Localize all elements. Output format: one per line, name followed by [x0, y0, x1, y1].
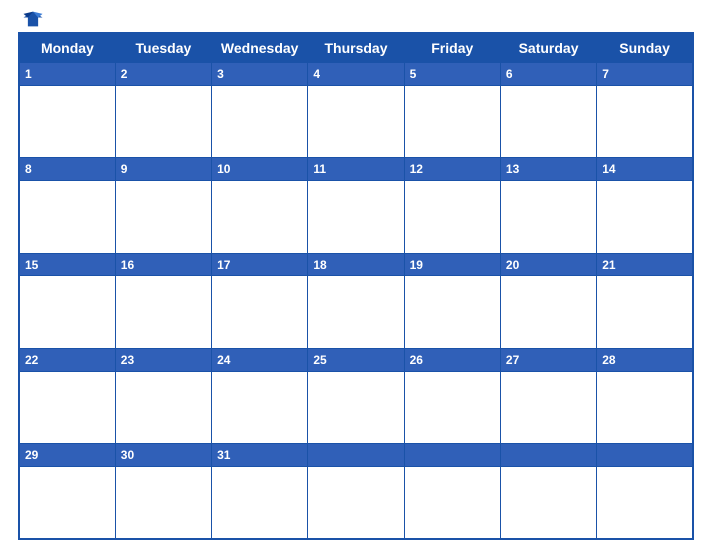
day-num-cell: [404, 444, 500, 467]
day-content-cell: [19, 467, 115, 539]
day-content-cell: [500, 276, 596, 348]
day-content-cell: [597, 85, 693, 157]
day-num-cell: 18: [308, 253, 404, 276]
day-content-cell: [404, 467, 500, 539]
week-content-row-2: [19, 181, 693, 253]
weekday-header-wednesday: Wednesday: [212, 33, 308, 63]
day-num-cell: 13: [500, 158, 596, 181]
day-num-cell: [308, 444, 404, 467]
day-content-cell: [308, 467, 404, 539]
weekday-header-friday: Friday: [404, 33, 500, 63]
day-num-cell: 25: [308, 348, 404, 371]
day-content-cell: [115, 371, 211, 443]
day-num-cell: 23: [115, 348, 211, 371]
day-content-cell: [212, 181, 308, 253]
weekday-header-monday: Monday: [19, 33, 115, 63]
day-content-cell: [308, 276, 404, 348]
day-num-cell: 5: [404, 63, 500, 86]
week-num-row-5: 293031: [19, 444, 693, 467]
day-num-cell: 1: [19, 63, 115, 86]
day-num-cell: 2: [115, 63, 211, 86]
day-content-cell: [500, 181, 596, 253]
day-num-cell: 4: [308, 63, 404, 86]
week-num-row-1: 1234567: [19, 63, 693, 86]
day-num-cell: 3: [212, 63, 308, 86]
day-num-cell: 7: [597, 63, 693, 86]
day-num-cell: 30: [115, 444, 211, 467]
day-num-cell: 31: [212, 444, 308, 467]
day-content-cell: [404, 276, 500, 348]
day-content-cell: [404, 181, 500, 253]
day-content-cell: [404, 85, 500, 157]
day-num-cell: 6: [500, 63, 596, 86]
day-num-cell: 10: [212, 158, 308, 181]
weekday-header-saturday: Saturday: [500, 33, 596, 63]
week-content-row-1: [19, 85, 693, 157]
day-content-cell: [115, 467, 211, 539]
day-num-cell: 9: [115, 158, 211, 181]
day-content-cell: [597, 467, 693, 539]
day-num-cell: 27: [500, 348, 596, 371]
day-content-cell: [212, 371, 308, 443]
day-content-cell: [308, 85, 404, 157]
weekday-header-sunday: Sunday: [597, 33, 693, 63]
day-content-cell: [212, 276, 308, 348]
day-content-cell: [19, 181, 115, 253]
week-num-row-2: 891011121314: [19, 158, 693, 181]
week-content-row-3: [19, 276, 693, 348]
day-num-cell: 26: [404, 348, 500, 371]
day-content-cell: [19, 371, 115, 443]
day-num-cell: 12: [404, 158, 500, 181]
day-num-cell: 28: [597, 348, 693, 371]
day-content-cell: [500, 85, 596, 157]
day-num-cell: 19: [404, 253, 500, 276]
day-content-cell: [597, 181, 693, 253]
day-content-cell: [308, 371, 404, 443]
day-content-cell: [404, 371, 500, 443]
day-content-cell: [212, 467, 308, 539]
weekday-header-row: MondayTuesdayWednesdayThursdayFridaySatu…: [19, 33, 693, 63]
day-num-cell: 8: [19, 158, 115, 181]
day-num-cell: 22: [19, 348, 115, 371]
day-num-cell: 24: [212, 348, 308, 371]
day-num-cell: 17: [212, 253, 308, 276]
weekday-header-thursday: Thursday: [308, 33, 404, 63]
day-content-cell: [212, 85, 308, 157]
day-content-cell: [19, 85, 115, 157]
day-content-cell: [500, 467, 596, 539]
day-content-cell: [115, 276, 211, 348]
calendar-table: MondayTuesdayWednesdayThursdayFridaySatu…: [18, 32, 694, 540]
day-content-cell: [115, 181, 211, 253]
day-num-cell: 15: [19, 253, 115, 276]
day-num-cell: 29: [19, 444, 115, 467]
day-content-cell: [115, 85, 211, 157]
day-content-cell: [500, 371, 596, 443]
week-content-row-4: [19, 371, 693, 443]
logo-bird-icon: [22, 10, 44, 28]
week-num-row-3: 15161718192021: [19, 253, 693, 276]
day-num-cell: 21: [597, 253, 693, 276]
weekday-header-tuesday: Tuesday: [115, 33, 211, 63]
day-num-cell: 20: [500, 253, 596, 276]
day-content-cell: [597, 371, 693, 443]
day-num-cell: 14: [597, 158, 693, 181]
day-num-cell: 16: [115, 253, 211, 276]
day-content-cell: [308, 181, 404, 253]
day-content-cell: [597, 276, 693, 348]
day-num-cell: 11: [308, 158, 404, 181]
week-content-row-5: [19, 467, 693, 539]
day-num-cell: [597, 444, 693, 467]
week-num-row-4: 22232425262728: [19, 348, 693, 371]
day-num-cell: [500, 444, 596, 467]
logo: [22, 10, 46, 28]
day-content-cell: [19, 276, 115, 348]
